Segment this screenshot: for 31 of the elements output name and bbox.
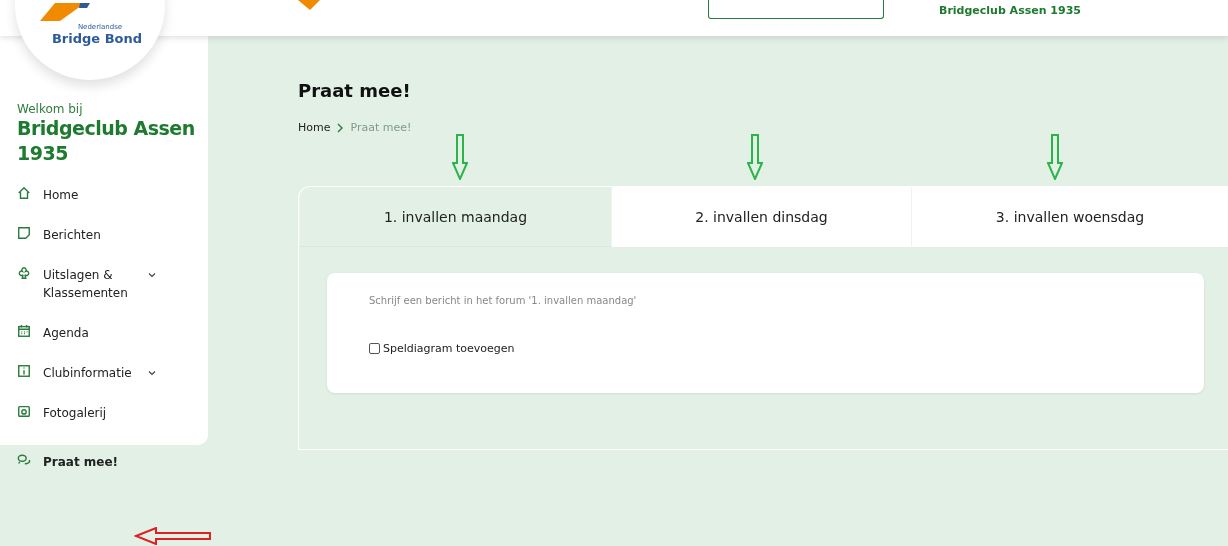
header-logo-icon [298,0,320,10]
nav-item[interactable]: Praat mee! [0,445,208,472]
checkbox[interactable] [369,343,380,354]
down-arrow-icon [747,134,763,180]
nav-item[interactable]: Fotogalerij [17,395,208,436]
nav-item[interactable]: Uitslagen & Klassementen [17,257,208,316]
club-icon [17,266,31,281]
down-arrow-icon [1047,134,1063,180]
chevron-right-icon [336,122,345,133]
logo-title: Bridge Bond [51,31,143,46]
forum-tab[interactable]: 2. invallen dinsdag [611,187,911,247]
breadcrumb-link[interactable]: Home [298,121,331,134]
nav-item[interactable]: Home [17,177,208,218]
page-title: Praat mee! [298,80,412,101]
nav-item[interactable]: Clubinformatie [17,355,208,396]
calendar-icon [17,324,31,339]
forum-tab[interactable]: 1. invallen maandag [299,187,611,247]
welcome-text: Welkom bij [17,102,84,116]
camera-icon [17,404,31,419]
info-icon [17,364,31,379]
nav-item[interactable]: Agenda [17,315,208,356]
note-icon [17,226,31,241]
home-icon [17,186,31,201]
search-field[interactable] [708,0,884,19]
header-club-name: Bridgeclub Assen 1935 [939,4,1081,17]
checkbox-label: Speldiagram toevoegen [383,342,515,355]
down-arrow-icon [452,134,468,180]
forum-tab[interactable]: 3. invallen woensdag [911,187,1228,247]
left-arrow-icon [134,527,212,545]
club-name: Bridgeclub Assen 1935 [17,116,196,166]
nav-item[interactable]: Berichten [17,217,208,258]
